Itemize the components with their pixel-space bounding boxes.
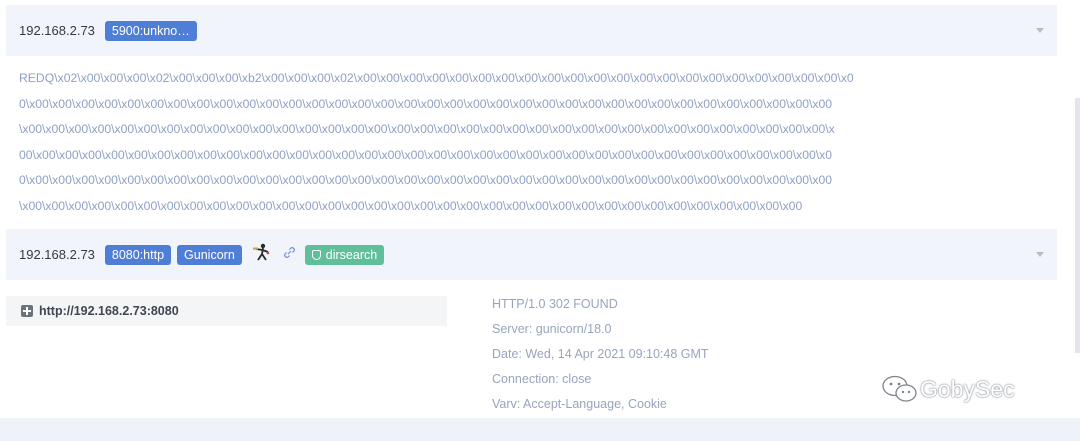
http-line: HTTP/1.0 302 FOUND: [492, 297, 618, 311]
http-line: Varv: Accept-Language, Cookie: [492, 397, 667, 411]
service-banner: REDQ\x02\x00\x00\x00\x02\x00\x00\x00\xb2…: [19, 66, 899, 220]
service-url[interactable]: http://192.168.2.73:8080: [39, 304, 179, 318]
chevron-down-icon[interactable]: [1036, 252, 1044, 257]
watermark-text: GobySec: [920, 375, 1015, 402]
chevron-down-icon[interactable]: [1036, 28, 1044, 33]
banner-line: 0\x00\x00\x00\x00\x00\x00\x00\x00\x00\x0…: [19, 96, 833, 111]
product-tag[interactable]: Gunicorn: [177, 244, 242, 265]
banner-line: 0\x00\x00\x00\x00\x00\x00\x00\x00\x00\x0…: [19, 173, 833, 188]
shield-icon: [311, 249, 321, 260]
dirsearch-label: dirsearch: [325, 247, 378, 262]
http-response-headers: HTTP/1.0 302 FOUND Server: gunicorn/18.0…: [492, 292, 709, 417]
result-row-header-8080[interactable]: 192.168.2.73 8080:http Gunicorn dirsearc…: [6, 229, 1057, 280]
banner-line: \x00\x00\x00\x00\x00\x00\x00\x00\x00\x00…: [19, 122, 835, 137]
port-tag[interactable]: 8080:http: [104, 244, 172, 265]
scrollbar[interactable]: [1075, 98, 1080, 353]
banner-line: \x00\x00\x00\x00\x00\x00\x00\x00\x00\x00…: [19, 198, 803, 213]
link-icon[interactable]: [283, 246, 296, 264]
bottom-bar: [0, 418, 1080, 441]
exploit-character-icon[interactable]: [251, 243, 271, 266]
banner-line: 00\x00\x00\x00\x00\x00\x00\x00\x00\x00\x…: [19, 147, 833, 162]
result-row-header-5900[interactable]: 192.168.2.73 5900:unkno…: [6, 5, 1057, 56]
dirsearch-button[interactable]: dirsearch: [304, 244, 385, 265]
host-ip: 192.168.2.73: [19, 247, 95, 262]
expand-plus-icon[interactable]: [21, 305, 33, 317]
http-line: Date: Wed, 14 Apr 2021 09:10:48 GMT: [492, 347, 709, 361]
port-tag[interactable]: 5900:unkno…: [104, 20, 197, 41]
watermark: GobySec: [880, 373, 1015, 405]
banner-line: REDQ\x02\x00\x00\x00\x02\x00\x00\x00\xb2…: [19, 71, 854, 85]
url-expand-row[interactable]: http://192.168.2.73:8080: [6, 296, 447, 326]
http-line: Server: gunicorn/18.0: [492, 322, 612, 336]
wechat-icon: [882, 375, 917, 402]
http-line: Connection: close: [492, 372, 592, 386]
host-ip: 192.168.2.73: [19, 23, 95, 38]
